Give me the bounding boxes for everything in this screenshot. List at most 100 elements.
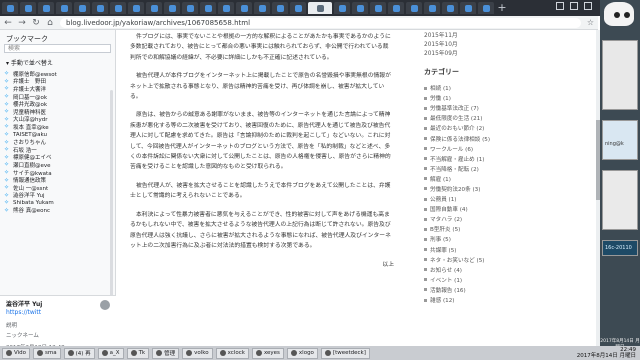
- browser-tab[interactable]: [74, 2, 90, 14]
- category-link[interactable]: 不当解雇・雇止め (1): [410, 154, 550, 164]
- browser-tab[interactable]: [424, 2, 440, 14]
- category-link[interactable]: 保険に係る法律相談 (5): [410, 133, 550, 143]
- browser-tab[interactable]: [290, 2, 306, 14]
- desktop-window[interactable]: [602, 40, 638, 110]
- browser-tab[interactable]: [2, 2, 18, 14]
- taskbar-app[interactable]: Tk: [126, 347, 150, 359]
- browser-tab[interactable]: [20, 2, 36, 14]
- browser-tab[interactable]: [56, 2, 72, 14]
- bullet-icon: [424, 187, 427, 191]
- desktop-window[interactable]: ning@k: [602, 120, 638, 160]
- minimize-button[interactable]: [556, 2, 564, 10]
- category-link[interactable]: 公務員 (1): [410, 194, 550, 204]
- bookmark-star-icon[interactable]: ☆: [587, 18, 594, 27]
- app-icon: [255, 350, 262, 356]
- taskbar-app[interactable]: xlogo: [286, 347, 318, 359]
- category-link[interactable]: お知らせ (4): [410, 265, 550, 275]
- new-tab-button[interactable]: +: [496, 2, 508, 14]
- browser-tab[interactable]: [370, 2, 386, 14]
- taskbar-app[interactable]: [tweetdeck]: [320, 347, 370, 359]
- app-icon: [186, 350, 193, 356]
- reload-icon[interactable]: ↻: [32, 18, 40, 28]
- category-link[interactable]: B型肝炎 (5): [410, 224, 550, 234]
- category-link[interactable]: 解雇 (1): [410, 174, 550, 184]
- archive-link[interactable]: 2015年10月: [410, 39, 550, 48]
- browser-tab[interactable]: [146, 2, 162, 14]
- browser-tab[interactable]: [182, 2, 198, 14]
- desktop-window[interactable]: 16c-20110: [602, 240, 638, 256]
- article-signature: 以上: [382, 262, 394, 269]
- back-arrow-icon[interactable]: ←: [4, 18, 12, 28]
- category-link[interactable]: ワークルール (6): [410, 144, 550, 154]
- browser-tab[interactable]: [406, 2, 422, 14]
- browser-tab[interactable]: [128, 2, 144, 14]
- taskbar-app[interactable]: (4) 再: [63, 347, 95, 359]
- browser-tab[interactable]: [236, 2, 252, 14]
- category-link[interactable]: 雑感 (12): [410, 295, 550, 305]
- browser-tab[interactable]: [442, 2, 458, 14]
- desktop-window-label: 16c-20110: [605, 245, 632, 251]
- browser-tab[interactable]: [352, 2, 368, 14]
- maximize-button[interactable]: [570, 2, 578, 10]
- bookmark-detail-link[interactable]: https://twitt: [0, 308, 116, 317]
- category-link[interactable]: ネタ・お笑いなど (5): [410, 255, 550, 265]
- bookmark-item[interactable]: ✧ 坂本 直幸@ke: [4, 123, 115, 131]
- twitter-bird-icon: ✧: [4, 161, 10, 169]
- category-link[interactable]: 労働契約法20条 (3): [410, 184, 550, 194]
- category-link[interactable]: 最低限度の生活 (21): [410, 113, 550, 123]
- taskbar-app[interactable]: volko: [182, 347, 213, 359]
- tab-favicon-icon: [356, 4, 364, 12]
- tab-favicon-icon: [410, 4, 418, 12]
- browser-tab[interactable]: [164, 2, 180, 14]
- taskbar-app[interactable]: Vido: [2, 347, 31, 359]
- browser-tab[interactable]: [478, 2, 494, 14]
- taskbar-app[interactable]: 管理: [152, 347, 180, 359]
- browser-tab[interactable]: [460, 2, 476, 14]
- category-link[interactable]: 労働基準法改正 (7): [410, 103, 550, 113]
- sidebar-scrollbar[interactable]: [110, 90, 113, 320]
- home-icon[interactable]: ⌂: [46, 18, 54, 28]
- forward-arrow-icon[interactable]: →: [18, 18, 26, 28]
- category-link[interactable]: 相続 (1): [410, 83, 550, 93]
- browser-tab[interactable]: [218, 2, 234, 14]
- browser-tab[interactable]: [200, 2, 216, 14]
- browser-tab-active[interactable]: [308, 2, 332, 14]
- tab-favicon-icon: [446, 4, 454, 12]
- desktop-window[interactable]: [602, 170, 638, 230]
- archive-link[interactable]: 2015年09月: [410, 48, 550, 57]
- browser-tab[interactable]: [334, 2, 350, 14]
- browser-tab[interactable]: [272, 2, 288, 14]
- bookmark-item[interactable]: ✧ 澁谷洋平 Yuj: [4, 192, 115, 199]
- taskbar-app[interactable]: xclock: [215, 347, 249, 359]
- sidebar-search-input[interactable]: 検索: [4, 44, 111, 53]
- desktop-window-label: ning@k: [605, 141, 624, 147]
- category-link[interactable]: 最近のおもい節介 (2): [410, 123, 550, 133]
- article-paragraph: 件ブログには、事実でないことや根拠の一方的な解釈によることがあたかも事実であるか…: [130, 34, 391, 61]
- browser-tab[interactable]: [92, 2, 108, 14]
- category-link[interactable]: イベント (1): [410, 275, 550, 285]
- browser-tab[interactable]: [110, 2, 126, 14]
- taskbar-app[interactable]: sma: [33, 347, 61, 359]
- browser-tab[interactable]: [388, 2, 404, 14]
- category-link[interactable]: 活動報告 (16): [410, 285, 550, 295]
- twitter-bird-icon: ✧: [4, 153, 10, 161]
- category-link[interactable]: 刑事 (5): [410, 234, 550, 244]
- sidebar-section-header[interactable]: ▾ 手動で並べ替え: [0, 55, 115, 70]
- browser-tab[interactable]: [38, 2, 54, 14]
- clock[interactable]: 22:49 2017年8月14日 月曜日: [577, 347, 636, 359]
- browser-tab[interactable]: [254, 2, 270, 14]
- tab-favicon-icon: [168, 4, 176, 12]
- taskbar-app[interactable]: a_X: [97, 347, 124, 359]
- category-link[interactable]: マタハラ (2): [410, 214, 550, 224]
- bullet-icon: [424, 137, 427, 141]
- taskbar-app[interactable]: xeyes: [251, 347, 284, 359]
- url-input[interactable]: blog.livedoor.jp/yakoriaw/archives/10670…: [60, 17, 581, 28]
- archive-link[interactable]: 2015年11月: [410, 30, 550, 39]
- category-link[interactable]: 不当降格・配転 (2): [410, 164, 550, 174]
- category-link[interactable]: 労働 (1): [410, 93, 550, 103]
- close-button[interactable]: [584, 2, 592, 10]
- bullet-icon: [424, 157, 427, 161]
- category-link[interactable]: 国際自動車 (4): [410, 204, 550, 214]
- category-link[interactable]: 共謀罪 (5): [410, 245, 550, 255]
- bookmark-item[interactable]: ✧ 熊谷 真@eonc: [4, 207, 115, 214]
